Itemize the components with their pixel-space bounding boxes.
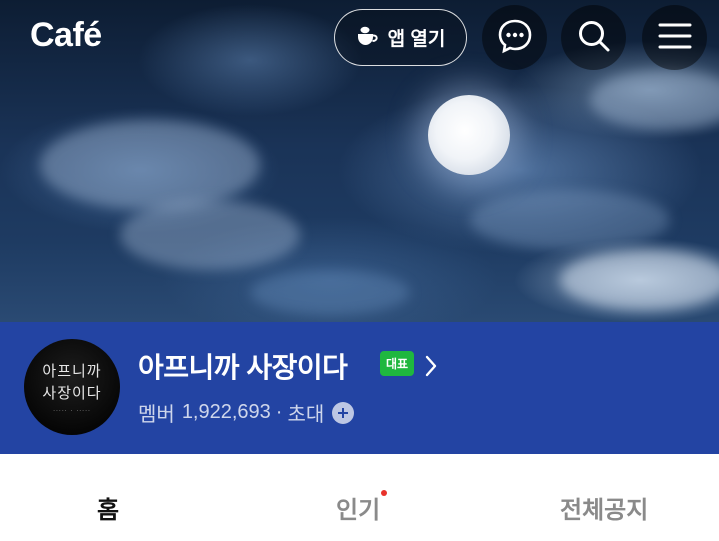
cloud-shape xyxy=(590,70,719,130)
tab-home[interactable]: 홈 xyxy=(97,490,119,525)
cup-icon xyxy=(356,24,380,52)
search-icon xyxy=(576,18,612,58)
plus-icon[interactable] xyxy=(332,401,355,424)
menu-icon xyxy=(658,22,692,54)
representative-badge: 대표 xyxy=(380,351,415,376)
search-button[interactable] xyxy=(561,5,626,70)
chat-button[interactable] xyxy=(482,5,547,70)
tab-popular-label: 인기 xyxy=(336,497,381,524)
thumbnail-text-line: 아프니까 xyxy=(42,361,102,380)
invite-label[interactable]: 초대 xyxy=(287,398,324,427)
member-info: 멤버 1,922,693 · 초대 xyxy=(138,398,355,427)
cloud-shape xyxy=(40,120,260,210)
cloud-shape xyxy=(560,250,719,310)
member-count: 1,922,693 xyxy=(181,401,271,423)
app-open-label: 앱 열기 xyxy=(387,29,446,50)
cafe-info-bar: 아프니까 사장이다 ····· · ····· 아프니까 사장이다 대표 멤버 … xyxy=(0,322,719,454)
app-open-button[interactable]: 앱 열기 xyxy=(334,9,467,66)
chevron-right-icon[interactable] xyxy=(424,354,438,382)
menu-button[interactable] xyxy=(642,5,707,70)
thumbnail-text-line: 사장이다 xyxy=(42,383,102,402)
cloud-shape xyxy=(250,270,410,315)
cafe-name[interactable]: 아프니까 사장이다 xyxy=(138,346,348,386)
member-label: 멤버 xyxy=(138,404,175,426)
tab-all-notices[interactable]: 전체공지 xyxy=(560,490,648,525)
separator-dot: · xyxy=(275,401,283,423)
cafe-thumbnail[interactable]: 아프니까 사장이다 ····· · ····· xyxy=(24,339,120,435)
cafe-logo[interactable]: Café xyxy=(30,16,102,55)
moon xyxy=(428,95,510,175)
thumbnail-subtext-mark: ····· · ····· xyxy=(53,407,91,415)
chat-icon xyxy=(496,17,534,59)
cloud-shape xyxy=(120,200,300,270)
cloud-shape xyxy=(470,190,670,250)
tab-popular[interactable]: 인기 xyxy=(336,490,388,525)
new-indicator-dot xyxy=(381,490,388,496)
tab-bar: 홈 인기 전체공지 xyxy=(0,454,719,541)
